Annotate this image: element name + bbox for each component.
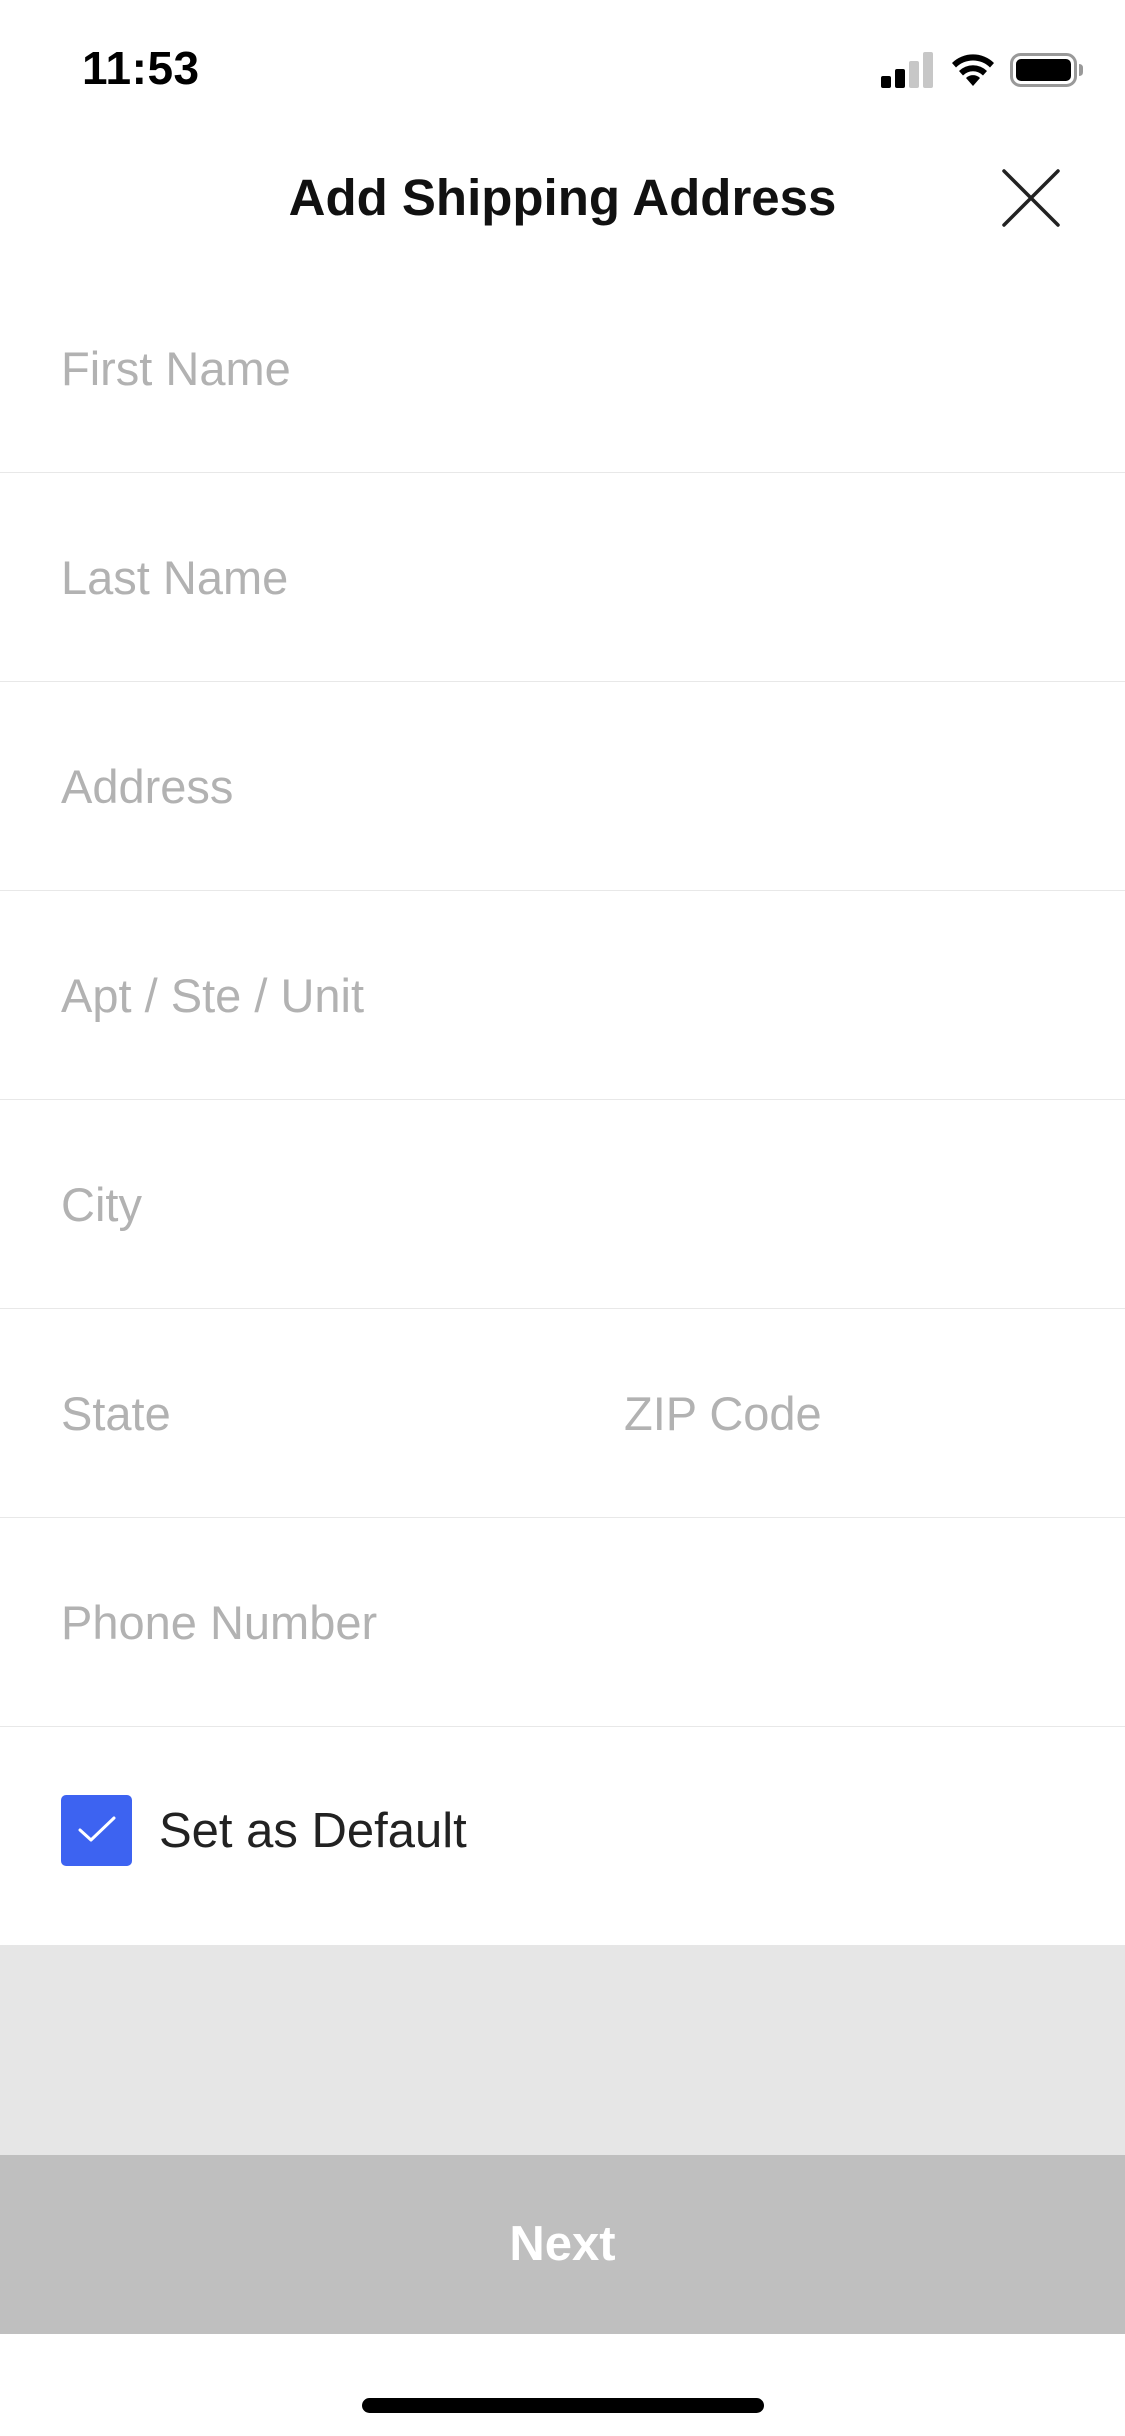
close-button[interactable] — [1000, 167, 1062, 229]
page-title: Add Shipping Address — [288, 169, 837, 226]
address-row — [0, 682, 1125, 891]
phone-row — [0, 1518, 1125, 1727]
wifi-icon — [952, 54, 994, 86]
zip-code-field[interactable] — [624, 1309, 1074, 1518]
first-name-row — [0, 264, 1125, 473]
cellular-signal-icon — [881, 52, 933, 88]
address-field[interactable] — [61, 682, 1061, 891]
status-icons — [843, 50, 1083, 90]
set-default-row: Set as Default — [0, 1727, 1125, 1936]
home-indicator[interactable] — [362, 2398, 764, 2413]
last-name-row — [0, 473, 1125, 682]
apt-field[interactable] — [61, 891, 1061, 1100]
city-field[interactable] — [61, 1100, 1061, 1309]
state-field[interactable] — [61, 1309, 581, 1518]
set-default-checkbox[interactable] — [61, 1795, 132, 1866]
city-row — [0, 1100, 1125, 1309]
header: Add Shipping Address — [0, 132, 1125, 264]
next-button[interactable]: Next — [0, 2155, 1125, 2334]
checkmark-icon — [78, 1816, 116, 1842]
status-bar: 11:53 — [0, 0, 1125, 132]
first-name-field[interactable] — [61, 264, 1061, 473]
state-zip-row — [0, 1309, 1125, 1518]
last-name-field[interactable] — [61, 473, 1061, 682]
phone-number-field[interactable] — [61, 1518, 1061, 1727]
set-default-label[interactable]: Set as Default — [159, 1727, 467, 1936]
battery-icon — [1010, 53, 1083, 87]
close-icon — [1002, 169, 1060, 227]
apt-row — [0, 891, 1125, 1100]
footer-spacer — [0, 1945, 1125, 2155]
status-time: 11:53 — [82, 42, 200, 94]
shipping-address-form: Set as Default — [0, 264, 1125, 1936]
